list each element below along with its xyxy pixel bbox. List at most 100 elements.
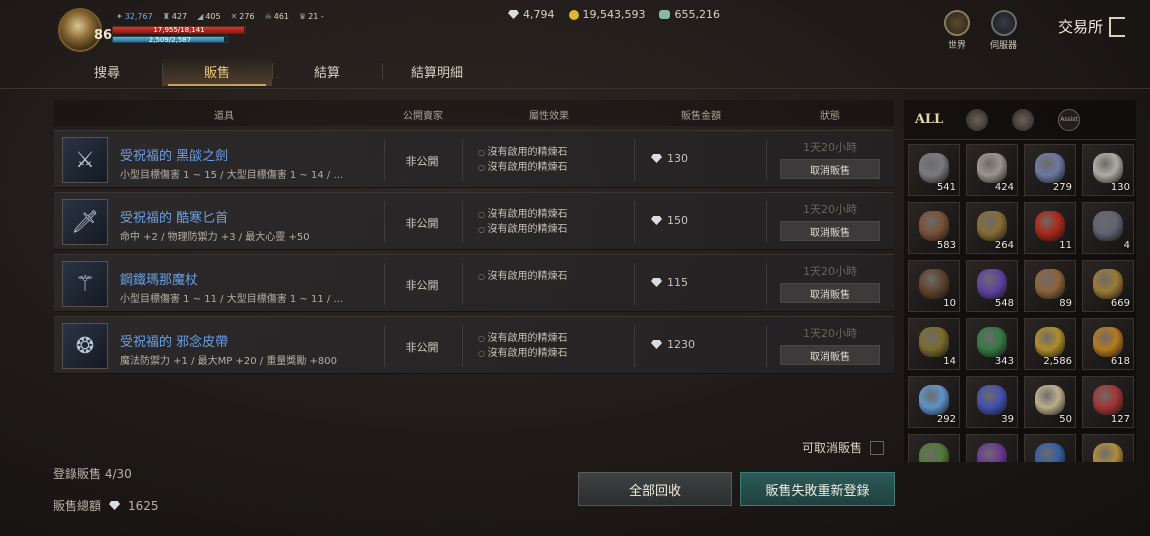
table-row[interactable]: ⚔ 受祝福的 黑燄之劍 小型目標傷害 1 ~ 15 / 大型目標傷害 1 ~ 1…	[54, 130, 894, 188]
inventory-slot[interactable]: 4	[1082, 202, 1134, 254]
tab-search[interactable]: 搜尋	[52, 56, 162, 86]
attribute-line: 沒有啟用的精煉石	[478, 145, 568, 160]
item-icon	[1035, 327, 1065, 357]
item-quantity: 618	[1110, 356, 1130, 367]
inventory-slot[interactable]: 10	[908, 260, 960, 312]
cancel-sale-button[interactable]: 取消販售	[780, 283, 880, 303]
staff-icon[interactable]: ⚚	[62, 261, 108, 307]
inventory-slot[interactable]: 292	[908, 376, 960, 428]
tab-sell[interactable]: 販售	[162, 56, 272, 86]
inventory-slot[interactable]: 130	[1082, 144, 1134, 196]
divider	[766, 201, 767, 243]
item-icon	[1093, 327, 1123, 357]
item-icon	[977, 443, 1007, 462]
inventory-grid: 541 424 279 130 583 264 11 4 10 548 89 6…	[908, 144, 1134, 462]
diamond-icon	[508, 10, 519, 19]
cancelable-filter[interactable]: 可取消販售	[802, 439, 885, 456]
inventory-slot[interactable]: 618	[1082, 318, 1134, 370]
cancel-sale-button[interactable]: 取消販售	[780, 345, 880, 365]
inventory-slot[interactable]	[908, 434, 960, 462]
inventory-slot[interactable]: 2,586	[1024, 318, 1076, 370]
item-icon	[977, 269, 1007, 299]
world-button[interactable]: 世界	[944, 10, 970, 51]
hp-bar: 17,955/18,141	[112, 26, 246, 34]
item-icon	[1035, 153, 1065, 183]
recall-all-button[interactable]: 全部回收	[578, 472, 732, 506]
table-row[interactable]: ⚚ 鋼鐵瑪那魔杖 小型目標傷害 1 ~ 11 / 大型目標傷害 1 ~ 11 /…	[54, 254, 894, 312]
inventory-tab-all[interactable]: ALL	[914, 107, 944, 133]
diamond-icon	[651, 154, 662, 163]
helmet-icon	[966, 108, 988, 131]
item-icon	[919, 153, 949, 183]
divider	[766, 263, 767, 305]
mp-text: 2,509/2,587	[148, 36, 192, 44]
item-quantity: 541	[936, 182, 956, 193]
stat-item: ✕ 276	[231, 12, 255, 21]
inventory-slot[interactable]: 548	[966, 260, 1018, 312]
seller-visibility: 非公開	[405, 155, 439, 168]
inventory-slot[interactable]: 39	[966, 376, 1018, 428]
inventory-slot[interactable]: 541	[908, 144, 960, 196]
stat-item: ☠ 461	[265, 12, 289, 21]
inventory-slot[interactable]	[1024, 434, 1076, 462]
inventory-tab-equipment[interactable]	[964, 107, 990, 133]
sale-price: 115	[651, 276, 688, 289]
item-icon	[1035, 443, 1065, 462]
table-row[interactable]: 🗡 受祝福的 酷寒匕首 命中 +2 / 物理防禦力 +3 / 最大心靈 +50 …	[54, 192, 894, 250]
cancelable-checkbox[interactable]	[870, 440, 885, 455]
inventory-slot[interactable]: 264	[966, 202, 1018, 254]
sword-icon[interactable]: ⚔	[62, 137, 108, 183]
cancel-sale-button[interactable]: 取消販售	[780, 221, 880, 241]
inventory-slot[interactable]	[966, 434, 1018, 462]
inventory-slot[interactable]: 50	[1024, 376, 1076, 428]
inventory-slot[interactable]: 583	[908, 202, 960, 254]
price-value: 150	[667, 214, 688, 227]
seller-visibility: 非公開	[405, 279, 439, 292]
remaining-time: 1天20小時	[803, 141, 857, 154]
divider	[462, 263, 463, 305]
inventory-slot[interactable]: 279	[1024, 144, 1076, 196]
cancel-sale-button[interactable]: 取消販售	[780, 159, 880, 179]
item-description: 魔法防禦力 +1 / 最大MP +20 / 重量獎勵 +800	[120, 356, 337, 367]
divider	[462, 201, 463, 243]
divider	[766, 325, 767, 367]
inventory-slot[interactable]: 11	[1024, 202, 1076, 254]
attribute-line: 沒有啟用的精煉石	[478, 160, 568, 175]
inventory-tab-assist[interactable]: Assist	[1056, 107, 1082, 133]
server-button[interactable]: 伺服器	[990, 10, 1017, 51]
tab-settlement-details[interactable]: 結算明細	[382, 56, 492, 86]
exit-icon[interactable]	[1109, 16, 1126, 37]
item-icon	[1093, 211, 1123, 241]
tab-settlement[interactable]: 結算	[272, 56, 382, 86]
seller-visibility: 非公開	[405, 341, 439, 354]
mp-bar: 2,509/2,587	[112, 36, 228, 44]
header-attributes: 屬性效果	[529, 111, 569, 122]
inventory-slot[interactable]: 343	[966, 318, 1018, 370]
status-cell: 1天20小時 取消販售	[780, 201, 880, 241]
item-quantity: 669	[1110, 298, 1130, 309]
stat-row: ✦ 32,767 ♜ 427 ◢ 405 ✕ 276 ☠ 461 ♛ 21 -	[116, 12, 324, 21]
divider	[462, 325, 463, 367]
inventory-slot[interactable]: 89	[1024, 260, 1076, 312]
seller-visibility: 非公開	[405, 217, 439, 230]
table-row[interactable]: ❂ 受祝福的 邪念皮帶 魔法防禦力 +1 / 最大MP +20 / 重量獎勵 +…	[54, 316, 894, 374]
inventory-tab-consumables[interactable]	[1010, 107, 1036, 133]
item-quantity: 264	[994, 240, 1014, 251]
character-level: 86	[94, 28, 113, 43]
attribute-line: 沒有啟用的精煉石	[478, 207, 568, 222]
skull-icon: ☠	[264, 12, 272, 21]
inventory-slot[interactable]	[1082, 434, 1134, 462]
inventory-slot[interactable]: 424	[966, 144, 1018, 196]
sales-total: 販售總額 1625	[53, 497, 159, 514]
belt-icon[interactable]: ❂	[62, 323, 108, 369]
dagger-icon[interactable]: 🗡	[62, 199, 108, 245]
item-quantity: 11	[1059, 240, 1072, 251]
divider	[634, 201, 635, 243]
inventory-slot[interactable]: 669	[1082, 260, 1134, 312]
inventory-slot[interactable]: 14	[908, 318, 960, 370]
relist-failed-button[interactable]: 販售失敗重新登錄	[740, 472, 895, 506]
sale-price: 150	[651, 214, 688, 227]
divider	[462, 139, 463, 181]
inventory-slot[interactable]: 127	[1082, 376, 1134, 428]
stat-value: 32,767	[124, 12, 153, 21]
